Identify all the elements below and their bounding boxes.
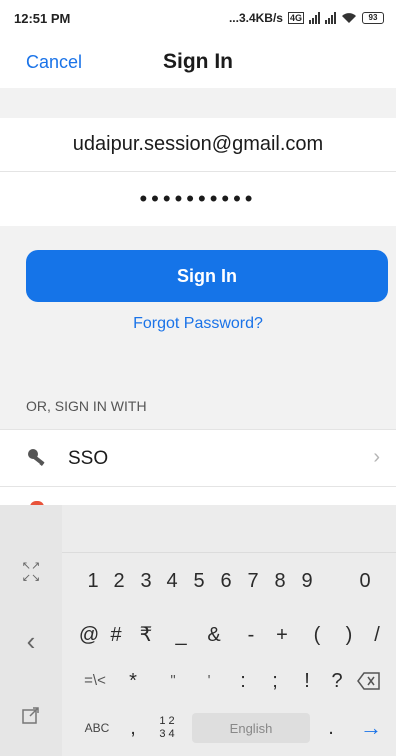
network-speed: ...3.4KB/s (228, 11, 283, 25)
key[interactable]: / (366, 615, 388, 655)
key[interactable]: 8 (269, 561, 291, 601)
key[interactable]: ' (198, 661, 220, 701)
key[interactable]: 7 (242, 561, 264, 601)
key[interactable]: 3 (135, 561, 157, 601)
abc-key[interactable]: ABC (80, 708, 114, 748)
forgot-password-link[interactable]: Forgot Password? (0, 315, 396, 333)
page-title: Sign In (163, 50, 233, 73)
key[interactable]: + (271, 615, 293, 655)
back-arrow-icon[interactable]: ‹ (0, 626, 62, 657)
key[interactable]: ; (264, 661, 286, 701)
key[interactable]: : (232, 661, 254, 701)
resize-keyboard-icon[interactable] (22, 706, 40, 724)
key[interactable]: 9 (296, 561, 318, 601)
key[interactable]: 6 (215, 561, 237, 601)
fraction-bottom: 3 4 (159, 728, 175, 741)
alt-signin-header: OR, SIGN IN WITH (26, 398, 147, 414)
comma-key[interactable]: , (122, 708, 144, 748)
space-key[interactable]: English (192, 713, 310, 743)
signal-icon-2 (325, 12, 336, 24)
volte-icon: 4G (287, 12, 304, 24)
key[interactable]: =\< (80, 661, 110, 701)
key[interactable]: 5 (188, 561, 210, 601)
key[interactable]: ? (326, 661, 348, 701)
key[interactable]: 2 (108, 561, 130, 601)
key[interactable]: 0 (354, 561, 376, 601)
sso-label: SSO (68, 448, 109, 469)
chevron-right-icon: › (373, 446, 380, 468)
fraction-key[interactable]: 1 2 3 4 (155, 708, 179, 748)
key[interactable]: ( (306, 615, 328, 655)
status-indicators: ...3.4KB/s 4G 93 (229, 11, 384, 25)
key[interactable]: _ (170, 615, 192, 655)
key[interactable]: 4 (161, 561, 183, 601)
key[interactable]: " (162, 661, 184, 701)
key[interactable]: & (203, 615, 225, 655)
key[interactable]: * (122, 661, 144, 701)
signin-form: udaipur.session@gmail.com •••••••••• (0, 118, 396, 226)
fraction-top: 1 2 (159, 715, 175, 728)
signin-button[interactable]: Sign In (26, 250, 388, 302)
key[interactable]: ₹ (135, 615, 157, 655)
keyboard-suggestion-bar (62, 505, 396, 553)
key-icon (28, 449, 45, 466)
key[interactable]: ! (296, 661, 318, 701)
key[interactable]: 1 (82, 561, 104, 601)
enter-arrow-icon[interactable]: → (360, 713, 382, 743)
period-key[interactable]: . (320, 708, 342, 748)
key[interactable]: - (240, 615, 262, 655)
sso-signin-item[interactable]: SSO › (0, 429, 396, 487)
email-field[interactable]: udaipur.session@gmail.com (0, 118, 396, 172)
section-spacer (0, 88, 396, 118)
key[interactable]: # (105, 615, 127, 655)
signal-icon (309, 12, 320, 24)
status-bar: 12:51 PM ...3.4KB/s 4G 93 (0, 0, 396, 36)
backspace-icon[interactable] (357, 672, 381, 690)
wifi-icon (342, 13, 356, 23)
nav-bar: Cancel Sign In (0, 36, 396, 88)
expand-keyboard-icon[interactable]: ↖↗ ↙↘ (0, 560, 62, 584)
battery-icon: 93 (362, 12, 384, 24)
status-time: 12:51 PM (14, 10, 71, 26)
password-field[interactable]: •••••••••• (0, 172, 396, 226)
key[interactable]: ) (338, 615, 360, 655)
next-signin-item-peek (0, 487, 396, 507)
key[interactable]: @ (78, 615, 100, 655)
